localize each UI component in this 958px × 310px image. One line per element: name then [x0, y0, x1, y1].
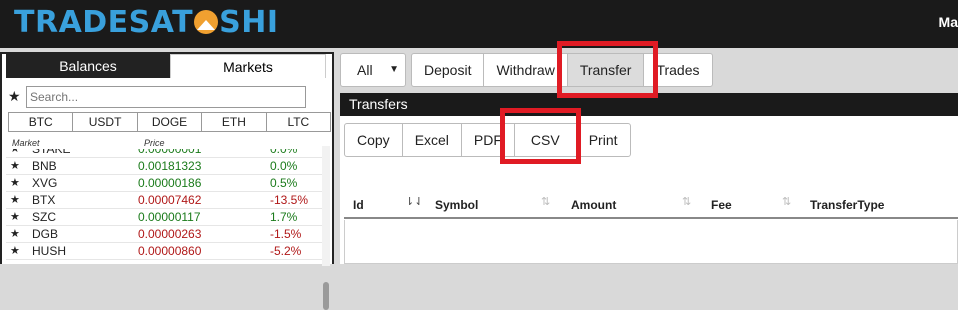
market-list-scrollbar[interactable] — [322, 146, 330, 310]
market-symbol: BNB — [32, 159, 57, 173]
sort-icon[interactable]: ⇅ — [541, 195, 550, 208]
market-search-input[interactable] — [26, 86, 306, 108]
withdraw-button[interactable]: Withdraw — [483, 53, 568, 87]
deposit-button[interactable]: Deposit — [411, 53, 485, 87]
market-change: 0.0% — [270, 149, 298, 156]
panel-tabs: Balances Markets — [2, 54, 332, 80]
market-row[interactable]: ★ HUSH 0.00000860 -5.2% — [6, 243, 322, 260]
filter-select-value: All — [357, 62, 373, 78]
filter-select[interactable]: All ▼ — [340, 53, 406, 87]
column-price[interactable]: Price — [144, 138, 165, 148]
market-change: -13.5% — [270, 193, 309, 207]
market-row[interactable]: ★ BTX 0.00007462 -13.5% — [6, 192, 322, 209]
sort-icon[interactable]: ⇅ — [782, 195, 791, 208]
market-change: 1.7% — [270, 210, 298, 224]
market-row[interactable]: ★ DGB 0.00000263 -1.5% — [6, 226, 322, 243]
market-row[interactable]: ★ BNB 0.00181323 0.0% — [6, 158, 322, 175]
market-change: -1.5% — [270, 227, 302, 241]
favorite-star-icon[interactable]: ★ — [10, 158, 20, 175]
tab-markets[interactable]: Markets — [170, 54, 326, 78]
tradesatoshi-logo[interactable]: TRADESAT SHI — [14, 4, 279, 42]
market-price: 0.00000263 — [138, 227, 202, 241]
market-change: 0.0% — [270, 159, 298, 173]
scrollbar-thumb[interactable] — [323, 282, 329, 310]
market-symbol: HUSH — [32, 244, 67, 258]
market-list: ★ STAKE 0.00000001 0.0% ★ BNB 0.00181323 0.0% ★ X… — [6, 149, 322, 266]
favorites-star-icon[interactable]: ★ — [8, 88, 21, 105]
favorite-star-icon[interactable]: ★ — [10, 209, 20, 226]
excel-button[interactable]: Excel — [401, 123, 462, 157]
top-bar: TRADESAT SHI Ma — [0, 0, 958, 48]
market-price: 0.00000001 — [138, 149, 202, 156]
market-symbol: XVG — [32, 176, 58, 190]
market-change: 0.5% — [270, 176, 298, 190]
market-price: 0.00000860 — [138, 244, 202, 258]
transfers-table-header: Id ⇂⇃ Symbol ⇅ Amount ⇅ Fee ⇅ TransferTy… — [344, 191, 958, 219]
market-search: ★ — [6, 86, 306, 108]
sort-desc-icon[interactable]: ⇂⇃ — [405, 195, 423, 208]
market-row[interactable]: ★ STAKE 0.00000001 0.0% — [6, 149, 322, 158]
chevron-down-icon: ▼ — [389, 64, 399, 75]
market-price: 0.00000186 — [138, 176, 202, 190]
base-coin-ltc[interactable]: LTC — [265, 112, 332, 132]
market-change: -5.2% — [270, 244, 302, 258]
base-coin-eth[interactable]: ETH — [201, 112, 267, 132]
tab-balances[interactable]: Balances — [6, 54, 170, 78]
market-list-header: Market Price — [10, 136, 330, 150]
column-id[interactable]: Id — [353, 198, 364, 212]
market-symbol: STAKE — [32, 149, 71, 156]
transfers-panel: Copy Excel PDF CSV Print Id ⇂⇃ Symbol ⇅ … — [340, 116, 958, 264]
logo-text-end: SHI — [219, 5, 279, 40]
favorite-star-icon[interactable]: ★ — [10, 192, 20, 209]
column-market[interactable]: Market — [12, 138, 40, 148]
export-buttons: Copy Excel PDF CSV Print — [344, 123, 631, 157]
base-coin-tabs: BTC USDT DOGE ETH LTC — [8, 112, 332, 132]
copy-button[interactable]: Copy — [344, 123, 403, 157]
print-button[interactable]: Print — [575, 123, 631, 157]
column-fee[interactable]: Fee — [711, 198, 732, 212]
markets-panel: Balances Markets ★ BTC USDT DOGE ETH LTC… — [0, 52, 334, 310]
market-price: 0.00000117 — [138, 210, 201, 224]
market-row[interactable]: ★ XVG 0.00000186 0.5% — [6, 175, 322, 192]
base-coin-doge[interactable]: DOGE — [136, 112, 203, 132]
market-row[interactable]: ★ SZC 0.00000117 1.7% — [6, 209, 322, 226]
user-menu[interactable]: Ma — [939, 14, 958, 30]
logo-text-start: TRADESAT — [14, 5, 194, 40]
base-coin-usdt[interactable]: USDT — [72, 112, 138, 132]
market-symbol: SZC — [32, 210, 56, 224]
column-amount[interactable]: Amount — [571, 198, 616, 212]
market-symbol: DGB — [32, 227, 59, 241]
column-transfer-type[interactable]: TransferType — [810, 198, 884, 212]
transfer-button-highlight — [557, 41, 658, 98]
favorite-star-icon[interactable]: ★ — [10, 226, 20, 243]
market-price: 0.00007462 — [138, 193, 202, 207]
logo-mountain-icon — [194, 10, 219, 34]
base-coin-btc[interactable]: BTC — [8, 112, 74, 132]
csv-button-highlight — [500, 108, 581, 164]
column-symbol[interactable]: Symbol — [435, 198, 478, 212]
favorite-star-icon[interactable]: ★ — [10, 149, 20, 158]
favorite-star-icon[interactable]: ★ — [10, 175, 20, 192]
transfers-table-body — [344, 220, 958, 264]
favorite-star-icon[interactable]: ★ — [10, 243, 20, 260]
sort-icon[interactable]: ⇅ — [682, 195, 691, 208]
market-price: 0.00181323 — [138, 159, 202, 173]
market-symbol: BTX — [32, 193, 56, 207]
